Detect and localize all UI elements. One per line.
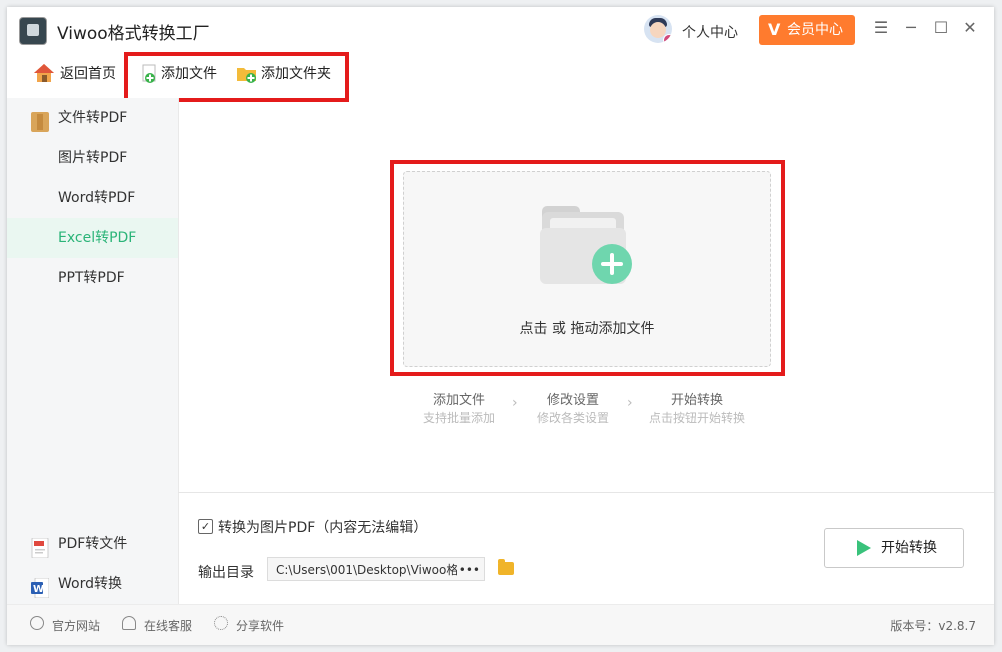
add-plus-icon [592,244,632,284]
maximize-icon[interactable]: ☐ [932,19,950,37]
play-icon [857,540,871,556]
sidebar-group-file-to-pdf[interactable]: 文件转PDF [7,98,178,138]
start-convert-button[interactable]: 开始转换 [824,528,964,568]
share-icon [214,616,228,630]
chevron-right-icon: › [512,395,518,411]
sidebar-item-excel-to-pdf[interactable]: Excel转PDF [7,218,178,258]
browse-folder-icon[interactable] [498,559,514,575]
online-support-link[interactable]: 在线客服 [144,617,192,634]
version-text: 版本号：v2.8.7 [890,619,976,633]
globe-icon [30,616,44,630]
minimize-icon[interactable]: ─ [902,19,920,37]
sidebar-item-image-to-pdf[interactable]: 图片转PDF [7,138,178,178]
headset-icon [122,616,136,630]
word-icon: W [31,574,50,599]
personal-center-link[interactable]: 个人中心 [682,22,738,42]
sidebar-item-pdf-to-file[interactable]: PDF转文件 [7,524,178,564]
more-icon: ••• [456,558,480,580]
app-logo-icon [19,17,47,45]
sidebar-item-ppt-to-pdf[interactable]: PPT转PDF [7,258,178,298]
home-icon [34,64,54,82]
file-dropzone[interactable]: 点击 或 拖动添加文件 [403,171,771,367]
sidebar-item-word-convert[interactable]: W Word转换 [7,564,178,604]
add-folder-icon [237,68,256,83]
share-software-link[interactable]: 分享软件 [236,617,284,634]
sidebar: 文件转PDF 图片转PDF Word转PDF Excel转PDF PPT转PDF… [7,98,179,604]
menu-icon[interactable]: ☰ [872,19,890,37]
image-pdf-checkbox[interactable]: ✓ [198,519,213,534]
add-file-icon [142,64,156,83]
app-window: Viwoo格式转换工厂 个人中心 V 会员中心 ☰ ─ ☐ ✕ 返回首页 添加文… [7,7,994,645]
file-box-icon [31,108,49,132]
step-modify-settings: 修改设置 修改各类设置 [536,393,609,425]
add-file-label: 添加文件 [161,66,217,82]
step-add-file: 添加文件 支持批量添加 [422,393,495,425]
image-pdf-label: 转换为图片PDF（内容无法编辑） [218,520,428,536]
vip-center-button[interactable]: V 会员中心 [759,15,855,45]
verified-badge-icon [663,34,672,43]
sidebar-item-word-to-pdf[interactable]: Word转PDF [7,178,178,218]
add-folder-label: 添加文件夹 [261,66,331,82]
step-start-convert: 开始转换 点击按钮开始转换 [648,393,745,425]
pdf-icon [31,534,49,559]
home-label: 返回首页 [60,66,116,82]
output-dir-label: 输出目录 [198,565,254,581]
svg-text:W: W [33,584,44,595]
app-title: Viwoo格式转换工厂 [57,24,210,44]
divider [178,492,994,493]
close-icon[interactable]: ✕ [961,19,979,37]
vip-center-label: 会员中心 [787,22,843,38]
footer: 官方网站 在线客服 分享软件 版本号：v2.8.7 [7,604,994,645]
dropzone-text: 点击 或 拖动添加文件 [519,321,655,337]
vip-icon: V [768,20,781,39]
avatar[interactable] [644,15,672,43]
official-website-link[interactable]: 官方网站 [52,617,100,634]
output-dir-field[interactable]: C:\Users\001\Desktop\Viwoo格式 ••• [267,557,485,581]
